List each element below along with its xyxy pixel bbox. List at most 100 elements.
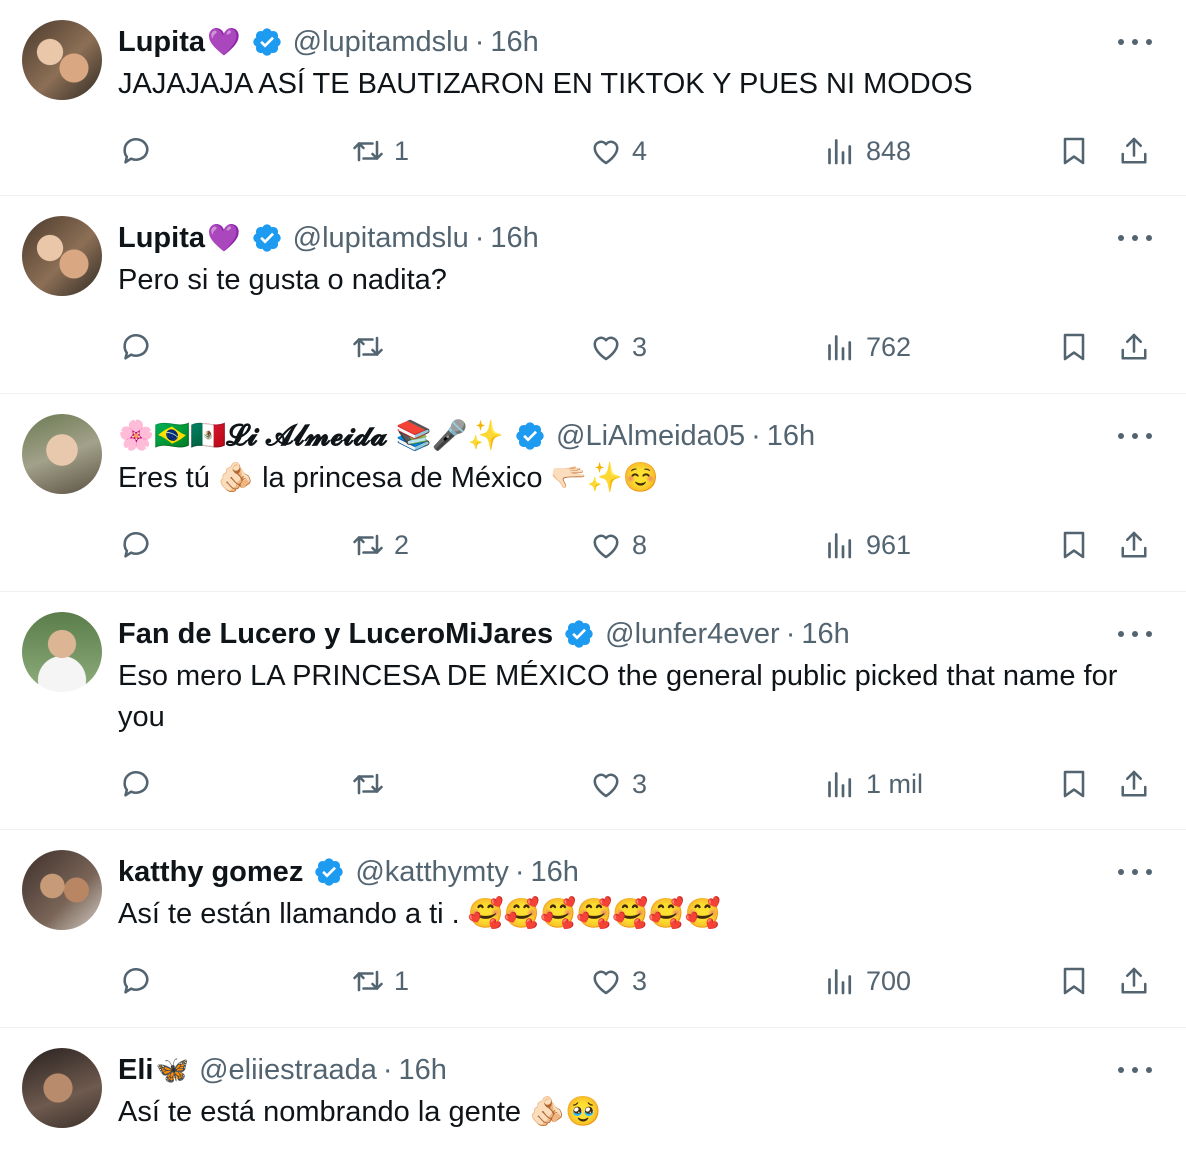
reply-button[interactable]: [118, 754, 154, 814]
action-bar: 3 1 mil: [118, 754, 1156, 814]
like-icon: [593, 773, 619, 798]
retweet-icon: [353, 336, 383, 358]
retweet-button[interactable]: 1: [350, 121, 409, 181]
tweet[interactable]: 🌸🇧🇷🇲🇽𝓛𝓲 𝓐𝓵𝓶𝓮𝓲𝓭𝓪 📚🎤✨ @LiAlmeida05 · 16h E…: [0, 394, 1186, 592]
avatar[interactable]: [22, 850, 102, 930]
timestamp[interactable]: 16h: [399, 1054, 447, 1087]
avatar[interactable]: [22, 1048, 102, 1128]
handle[interactable]: @katthymty: [355, 856, 509, 889]
separator: ·: [474, 25, 485, 58]
avatar[interactable]: [22, 414, 102, 494]
timestamp[interactable]: 16h: [490, 26, 538, 59]
retweet-button[interactable]: [350, 754, 394, 814]
like-button[interactable]: 4: [588, 121, 647, 181]
more-icon[interactable]: [1118, 1058, 1152, 1082]
tweet[interactable]: Eli 🦋 @eliiestraada · 16h Así te está no…: [0, 1028, 1186, 1150]
like-button[interactable]: 3: [588, 754, 647, 814]
verified-badge-icon: [516, 422, 544, 450]
share-button[interactable]: [1116, 515, 1152, 575]
separator: ·: [514, 855, 525, 888]
share-button[interactable]: [1116, 951, 1152, 1011]
reply-button[interactable]: [118, 121, 154, 181]
like-count: 3: [632, 331, 648, 362]
timestamp[interactable]: 16h: [490, 222, 538, 255]
tweet-text: Así te están llamando a ti . 🥰🥰🥰🥰🥰🥰🥰: [118, 898, 721, 930]
display-name[interactable]: katthy gomez: [118, 856, 303, 889]
display-name[interactable]: Fan de Lucero y LuceroMiJares: [118, 618, 553, 651]
tweet[interactable]: Lupita 💜 @lupitamdslu · 16h Pero si te g…: [0, 196, 1186, 394]
retweet-count: 1: [394, 135, 410, 166]
tweet-text: Eres tú 🫵🏻 la princesa de México 🫳🏻✨☺️: [118, 462, 659, 494]
bookmark-button[interactable]: [1056, 754, 1092, 814]
bookmark-button[interactable]: [1056, 121, 1092, 181]
views-button[interactable]: 848: [822, 121, 911, 181]
share-button[interactable]: [1116, 754, 1152, 814]
action-bar: 3 762: [118, 317, 1156, 377]
handle[interactable]: @eliiestraada: [199, 1054, 377, 1087]
share-button[interactable]: [1116, 121, 1152, 181]
views-count: 848: [866, 135, 912, 166]
timestamp[interactable]: 16h: [801, 618, 849, 651]
share-button[interactable]: [1116, 317, 1152, 377]
avatar[interactable]: [22, 216, 102, 296]
avatar[interactable]: [22, 20, 102, 100]
handle[interactable]: @lupitamdslu: [293, 26, 469, 59]
retweet-button[interactable]: [350, 317, 394, 377]
bookmark-button[interactable]: [1056, 515, 1092, 575]
bookmark-icon: [1063, 770, 1085, 798]
more-icon[interactable]: [1118, 226, 1152, 250]
tweet[interactable]: katthy gomez @katthymty · 16h Así te est…: [0, 830, 1186, 1028]
name-emoji: 💜: [207, 223, 241, 253]
retweet-button[interactable]: 2: [350, 515, 409, 575]
share-icon: [1121, 770, 1147, 797]
display-name[interactable]: 🌸🇧🇷🇲🇽𝓛𝓲 𝓐𝓵𝓶𝓮𝓲𝓭𝓪 📚🎤✨: [118, 419, 504, 453]
tweet[interactable]: Lupita 💜 @lupitamdslu · 16h JAJAJAJA ASÍ…: [0, 0, 1186, 196]
handle[interactable]: @lupitamdslu: [293, 222, 469, 255]
separator: ·: [785, 617, 796, 650]
name-emoji: 💜: [207, 27, 241, 57]
views-icon: [828, 533, 852, 559]
bookmark-icon: [1063, 333, 1085, 361]
like-button[interactable]: 3: [588, 951, 647, 1011]
handle[interactable]: @LiAlmeida05: [556, 420, 745, 453]
retweet-icon: [353, 140, 383, 162]
like-icon: [593, 970, 619, 995]
reply-button[interactable]: [118, 317, 154, 377]
bookmark-icon: [1063, 967, 1085, 995]
views-button[interactable]: 762: [822, 317, 911, 377]
views-button[interactable]: 1 mil: [822, 754, 923, 814]
tweet[interactable]: Fan de Lucero y LuceroMiJares @lunfer4ev…: [0, 592, 1186, 830]
display-name[interactable]: Lupita: [118, 222, 205, 255]
display-name[interactable]: Lupita: [118, 26, 205, 59]
bookmark-button[interactable]: [1056, 951, 1092, 1011]
bookmark-button[interactable]: [1056, 317, 1092, 377]
more-icon[interactable]: [1118, 860, 1152, 884]
views-button[interactable]: 700: [822, 951, 911, 1011]
separator: ·: [474, 221, 485, 254]
avatar[interactable]: [22, 612, 102, 692]
views-icon: [828, 139, 852, 165]
timestamp[interactable]: 16h: [531, 856, 579, 889]
like-icon: [593, 140, 619, 165]
tweet-header: katthy gomez @katthymty · 16h: [118, 850, 1156, 894]
separator: ·: [751, 419, 761, 452]
tweet-header: 🌸🇧🇷🇲🇽𝓛𝓲 𝓐𝓵𝓶𝓮𝓲𝓭𝓪 📚🎤✨ @LiAlmeida05 · 16h: [118, 414, 1156, 458]
tweet-text: JAJAJAJA ASÍ TE BAUTIZARON EN TIKTOK Y P…: [118, 68, 973, 100]
reply-button[interactable]: [118, 515, 154, 575]
like-button[interactable]: 3: [588, 317, 647, 377]
more-icon[interactable]: [1118, 30, 1152, 54]
handle[interactable]: @lunfer4ever: [605, 618, 780, 651]
tweet-header: Eli 🦋 @eliiestraada · 16h: [118, 1048, 1156, 1092]
retweet-button[interactable]: 1: [350, 951, 409, 1011]
like-button[interactable]: 8: [588, 515, 647, 575]
timestamp[interactable]: 16h: [767, 420, 815, 453]
display-name[interactable]: Eli: [118, 1054, 153, 1087]
verified-badge-icon: [252, 224, 281, 252]
views-button[interactable]: 961: [822, 515, 911, 575]
more-icon[interactable]: [1118, 622, 1152, 646]
separator: ·: [382, 1053, 393, 1086]
reply-icon: [123, 771, 149, 797]
tweet-header: Fan de Lucero y LuceroMiJares @lunfer4ev…: [118, 612, 1156, 656]
reply-button[interactable]: [118, 951, 154, 1011]
more-icon[interactable]: [1118, 424, 1152, 448]
